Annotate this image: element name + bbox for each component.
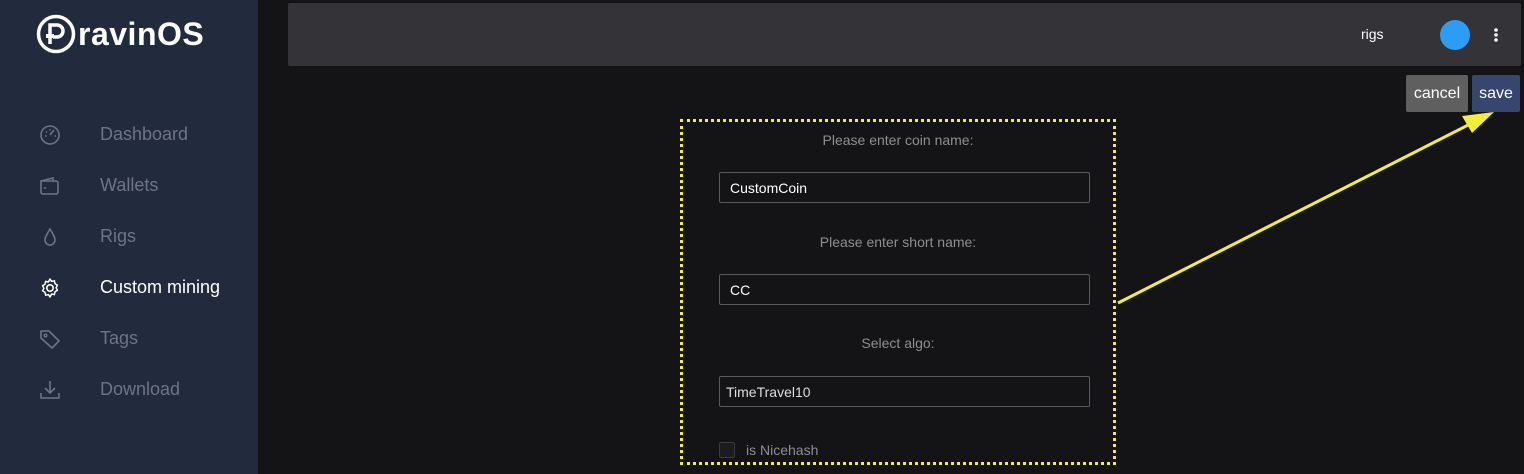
ravinos-logo-icon: [36, 14, 76, 54]
drop-icon: [44, 227, 56, 246]
kebab-menu-icon[interactable]: [1490, 25, 1502, 45]
sidebar-item-label: Rigs: [100, 226, 137, 246]
sidebar-item-label: Custom mining: [100, 277, 221, 297]
sidebar-item-download[interactable]: Download: [0, 364, 258, 415]
short-name-label: Please enter short name:: [819, 234, 977, 250]
sidebar-item-dashboard[interactable]: Dashboard: [0, 109, 258, 160]
brand-name: ravinOS: [78, 15, 205, 52]
download-icon: [40, 381, 60, 399]
algo-select[interactable]: [719, 376, 1090, 407]
top-bar: rigs: [288, 3, 1521, 66]
nicehash-label: is Nicehash: [746, 442, 819, 458]
coin-name-input[interactable]: [719, 172, 1090, 203]
tag-icon: [40, 330, 60, 349]
sidebar-item-wallets[interactable]: Wallets: [0, 160, 258, 211]
custom-coin-form: Please enter coin name: Please enter sho…: [680, 119, 1116, 465]
save-button[interactable]: save: [1472, 75, 1520, 112]
sidebar-item-label: Tags: [100, 328, 139, 348]
algo-label: Select algo:: [861, 335, 935, 351]
sidebar-item-custom-mining[interactable]: Custom mining: [0, 262, 258, 313]
gauge-icon: [40, 125, 60, 145]
sidebar-item-label: Download: [100, 379, 181, 399]
nicehash-checkbox[interactable]: [719, 442, 735, 458]
sidebar-nav: Dashboard Wallets Rigs Custom mining Tag…: [0, 109, 258, 415]
short-name-input[interactable]: [719, 274, 1090, 305]
brand-logo[interactable]: ravinOS: [36, 14, 204, 54]
sidebar-item-rigs[interactable]: Rigs: [0, 211, 258, 262]
gear-icon: [41, 278, 59, 298]
sidebar-item-tags[interactable]: Tags: [0, 313, 258, 364]
wallet-icon: [40, 176, 59, 195]
rigs-link[interactable]: rigs: [1361, 3, 1384, 66]
sidebar-item-label: Dashboard: [100, 124, 189, 144]
avatar[interactable]: [1440, 20, 1470, 50]
cancel-button[interactable]: cancel: [1406, 75, 1468, 112]
sidebar-item-label: Wallets: [100, 175, 159, 195]
coin-name-label: Please enter coin name:: [822, 132, 974, 148]
sidebar: ravinOS Dashboard Wallets Rigs Custom mi…: [0, 0, 258, 474]
